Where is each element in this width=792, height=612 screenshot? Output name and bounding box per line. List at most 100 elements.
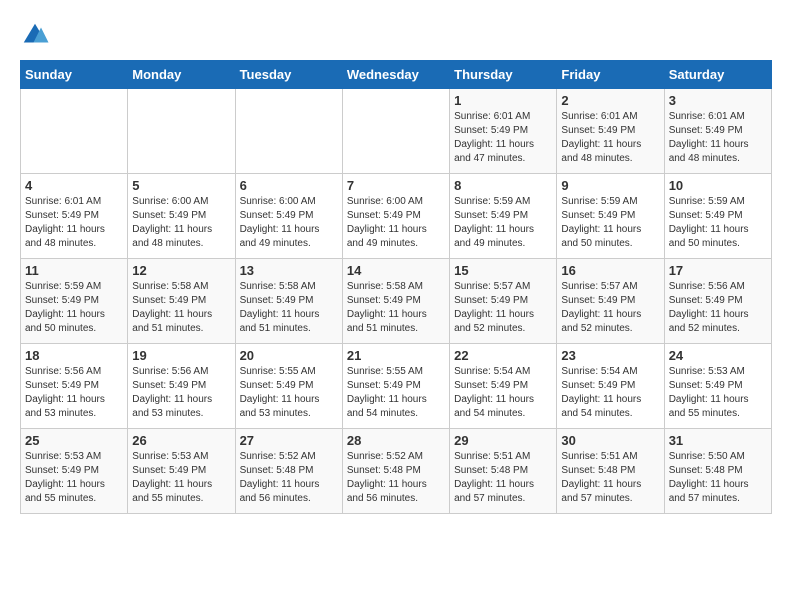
- calendar-cell: 2 Sunrise: 6:01 AM Sunset: 5:49 PM Daylig…: [557, 89, 664, 174]
- calendar-week-1: 1 Sunrise: 6:01 AM Sunset: 5:49 PM Daylig…: [21, 89, 772, 174]
- calendar-cell: [342, 89, 449, 174]
- day-number: 22: [454, 348, 552, 363]
- calendar-cell: 8 Sunrise: 5:59 AM Sunset: 5:49 PM Daylig…: [450, 174, 557, 259]
- logo-icon: [20, 20, 50, 50]
- calendar-cell: 25Sunrise: 5:53 AM Sunset: 5:49 PM Dayli…: [21, 429, 128, 514]
- weekday-saturday: Saturday: [664, 61, 771, 89]
- day-number: 17: [669, 263, 767, 278]
- day-number: 19: [132, 348, 230, 363]
- day-info: Sunrise: 5:59 AM Sunset: 5:49 PM Dayligh…: [454, 195, 552, 251]
- day-info: Sunrise: 5:52 AM Sunset: 5:48 PM Dayligh…: [240, 450, 338, 506]
- day-info: Sunrise: 5:53 AM Sunset: 5:49 PM Dayligh…: [669, 365, 767, 421]
- day-number: 3: [669, 93, 767, 108]
- calendar-week-4: 18Sunrise: 5:56 AM Sunset: 5:49 PM Dayli…: [21, 344, 772, 429]
- day-info: Sunrise: 6:01 AM Sunset: 5:49 PM Dayligh…: [561, 110, 659, 166]
- weekday-tuesday: Tuesday: [235, 61, 342, 89]
- calendar-cell: 26Sunrise: 5:53 AM Sunset: 5:49 PM Dayli…: [128, 429, 235, 514]
- day-number: 8: [454, 178, 552, 193]
- calendar-cell: [21, 89, 128, 174]
- calendar-header: SundayMondayTuesdayWednesdayThursdayFrid…: [21, 61, 772, 89]
- weekday-wednesday: Wednesday: [342, 61, 449, 89]
- day-info: Sunrise: 5:56 AM Sunset: 5:49 PM Dayligh…: [669, 280, 767, 336]
- day-info: Sunrise: 5:53 AM Sunset: 5:49 PM Dayligh…: [25, 450, 123, 506]
- calendar-table: SundayMondayTuesdayWednesdayThursdayFrid…: [20, 60, 772, 514]
- calendar-cell: 24 Sunrise: 5:53 AM Sunset: 5:49 PM Dayli…: [664, 344, 771, 429]
- day-number: 30: [561, 433, 659, 448]
- day-info: Sunrise: 6:01 AM Sunset: 5:49 PM Dayligh…: [454, 110, 552, 166]
- day-info: Sunrise: 5:52 AM Sunset: 5:48 PM Dayligh…: [347, 450, 445, 506]
- day-info: Sunrise: 5:59 AM Sunset: 5:49 PM Dayligh…: [561, 195, 659, 251]
- weekday-thursday: Thursday: [450, 61, 557, 89]
- calendar-cell: [235, 89, 342, 174]
- calendar-cell: 17 Sunrise: 5:56 AM Sunset: 5:49 PM Dayli…: [664, 259, 771, 344]
- calendar-cell: 15 Sunrise: 5:57 AM Sunset: 5:49 PM Dayli…: [450, 259, 557, 344]
- day-info: Sunrise: 6:01 AM Sunset: 5:49 PM Dayligh…: [669, 110, 767, 166]
- calendar-week-5: 25Sunrise: 5:53 AM Sunset: 5:49 PM Dayli…: [21, 429, 772, 514]
- calendar-cell: 3 Sunrise: 6:01 AM Sunset: 5:49 PM Daylig…: [664, 89, 771, 174]
- calendar-cell: 10Sunrise: 5:59 AM Sunset: 5:49 PM Dayli…: [664, 174, 771, 259]
- day-info: Sunrise: 5:55 AM Sunset: 5:49 PM Dayligh…: [240, 365, 338, 421]
- day-info: Sunrise: 6:01 AM Sunset: 5:49 PM Dayligh…: [25, 195, 123, 251]
- weekday-monday: Monday: [128, 61, 235, 89]
- day-number: 7: [347, 178, 445, 193]
- calendar-cell: 29Sunrise: 5:51 AM Sunset: 5:48 PM Dayli…: [450, 429, 557, 514]
- day-info: Sunrise: 5:58 AM Sunset: 5:49 PM Dayligh…: [240, 280, 338, 336]
- day-number: 6: [240, 178, 338, 193]
- day-number: 28: [347, 433, 445, 448]
- calendar-week-2: 4 Sunrise: 6:01 AM Sunset: 5:49 PM Daylig…: [21, 174, 772, 259]
- day-number: 9: [561, 178, 659, 193]
- page-header: [20, 20, 772, 50]
- day-info: Sunrise: 5:56 AM Sunset: 5:49 PM Dayligh…: [132, 365, 230, 421]
- calendar-cell: 18Sunrise: 5:56 AM Sunset: 5:49 PM Dayli…: [21, 344, 128, 429]
- day-info: Sunrise: 5:55 AM Sunset: 5:49 PM Dayligh…: [347, 365, 445, 421]
- calendar-cell: 22 Sunrise: 5:54 AM Sunset: 5:49 PM Dayli…: [450, 344, 557, 429]
- day-info: Sunrise: 5:58 AM Sunset: 5:49 PM Dayligh…: [132, 280, 230, 336]
- calendar-cell: 13Sunrise: 5:58 AM Sunset: 5:49 PM Dayli…: [235, 259, 342, 344]
- weekday-header-row: SundayMondayTuesdayWednesdayThursdayFrid…: [21, 61, 772, 89]
- day-info: Sunrise: 5:50 AM Sunset: 5:48 PM Dayligh…: [669, 450, 767, 506]
- day-number: 4: [25, 178, 123, 193]
- day-info: Sunrise: 5:53 AM Sunset: 5:49 PM Dayligh…: [132, 450, 230, 506]
- day-number: 14: [347, 263, 445, 278]
- calendar-cell: 19 Sunrise: 5:56 AM Sunset: 5:49 PM Dayli…: [128, 344, 235, 429]
- day-number: 24: [669, 348, 767, 363]
- day-info: Sunrise: 6:00 AM Sunset: 5:49 PM Dayligh…: [132, 195, 230, 251]
- calendar-cell: 7 Sunrise: 6:00 AM Sunset: 5:49 PM Daylig…: [342, 174, 449, 259]
- calendar-cell: 16 Sunrise: 5:57 AM Sunset: 5:49 PM Dayli…: [557, 259, 664, 344]
- day-number: 27: [240, 433, 338, 448]
- calendar-cell: 27 Sunrise: 5:52 AM Sunset: 5:48 PM Dayli…: [235, 429, 342, 514]
- day-info: Sunrise: 5:57 AM Sunset: 5:49 PM Dayligh…: [454, 280, 552, 336]
- logo: [20, 20, 54, 50]
- day-info: Sunrise: 5:58 AM Sunset: 5:49 PM Dayligh…: [347, 280, 445, 336]
- day-number: 15: [454, 263, 552, 278]
- calendar-cell: 4 Sunrise: 6:01 AM Sunset: 5:49 PM Daylig…: [21, 174, 128, 259]
- calendar-cell: 31Sunrise: 5:50 AM Sunset: 5:48 PM Dayli…: [664, 429, 771, 514]
- day-info: Sunrise: 5:54 AM Sunset: 5:49 PM Dayligh…: [561, 365, 659, 421]
- day-number: 12: [132, 263, 230, 278]
- calendar-cell: 11Sunrise: 5:59 AM Sunset: 5:49 PM Dayli…: [21, 259, 128, 344]
- calendar-cell: 9 Sunrise: 5:59 AM Sunset: 5:49 PM Daylig…: [557, 174, 664, 259]
- calendar-cell: 21 Sunrise: 5:55 AM Sunset: 5:49 PM Dayli…: [342, 344, 449, 429]
- day-number: 20: [240, 348, 338, 363]
- weekday-sunday: Sunday: [21, 61, 128, 89]
- calendar-week-3: 11Sunrise: 5:59 AM Sunset: 5:49 PM Dayli…: [21, 259, 772, 344]
- calendar-cell: 6 Sunrise: 6:00 AM Sunset: 5:49 PM Daylig…: [235, 174, 342, 259]
- day-info: Sunrise: 5:51 AM Sunset: 5:48 PM Dayligh…: [561, 450, 659, 506]
- day-info: Sunrise: 6:00 AM Sunset: 5:49 PM Dayligh…: [240, 195, 338, 251]
- weekday-friday: Friday: [557, 61, 664, 89]
- day-info: Sunrise: 6:00 AM Sunset: 5:49 PM Dayligh…: [347, 195, 445, 251]
- calendar-cell: 30 Sunrise: 5:51 AM Sunset: 5:48 PM Dayli…: [557, 429, 664, 514]
- calendar-cell: 12 Sunrise: 5:58 AM Sunset: 5:49 PM Dayli…: [128, 259, 235, 344]
- day-info: Sunrise: 5:54 AM Sunset: 5:49 PM Dayligh…: [454, 365, 552, 421]
- day-info: Sunrise: 5:56 AM Sunset: 5:49 PM Dayligh…: [25, 365, 123, 421]
- day-number: 21: [347, 348, 445, 363]
- day-info: Sunrise: 5:59 AM Sunset: 5:49 PM Dayligh…: [669, 195, 767, 251]
- calendar-cell: [128, 89, 235, 174]
- day-info: Sunrise: 5:57 AM Sunset: 5:49 PM Dayligh…: [561, 280, 659, 336]
- day-number: 1: [454, 93, 552, 108]
- calendar-cell: 14 Sunrise: 5:58 AM Sunset: 5:49 PM Dayli…: [342, 259, 449, 344]
- day-number: 2: [561, 93, 659, 108]
- day-info: Sunrise: 5:59 AM Sunset: 5:49 PM Dayligh…: [25, 280, 123, 336]
- day-number: 23: [561, 348, 659, 363]
- day-number: 16: [561, 263, 659, 278]
